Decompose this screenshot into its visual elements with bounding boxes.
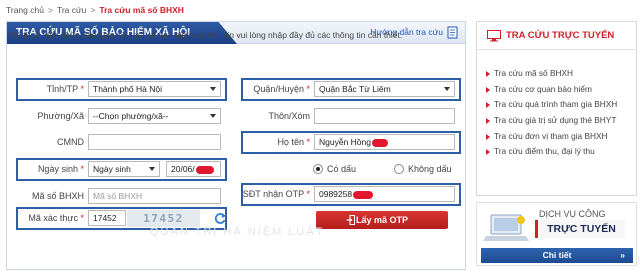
banner-details-label: Chi tiết xyxy=(542,250,572,260)
breadcrumb-separator: > xyxy=(90,5,96,15)
full-name-input[interactable]: Nguyễn Hồng xyxy=(314,134,455,150)
accent-with-label: Có dấu xyxy=(327,164,357,174)
banner-subtitle: DỊCH VỤ CÔNG xyxy=(539,209,606,219)
redaction-mark xyxy=(353,190,374,199)
hamlet-input[interactable] xyxy=(314,108,455,124)
get-otp-label: Lấy mã OTP xyxy=(355,215,409,225)
banner-title: TRỰC TUYẾN xyxy=(535,220,625,238)
captcha-input[interactable]: 17452 xyxy=(88,210,126,226)
breadcrumb-current: Tra cứu mã số BHXH xyxy=(99,5,184,15)
sidebar-item-collection-points[interactable]: Tra cứu điểm thu, đại lý thu xyxy=(485,146,635,162)
district-select[interactable]: Quận Bắc Từ Liêm xyxy=(314,81,455,97)
sidebar-list: Tra cứu mã số BHXH Tra cứu cơ quan bảo h… xyxy=(485,68,635,162)
ward-select[interactable]: --Chọn phường/xã-- xyxy=(88,108,221,124)
sidebar-item-insurance-agency[interactable]: Tra cứu cơ quan bảo hiểm xyxy=(485,84,635,100)
insurance-code-input[interactable]: Mã số BHXH xyxy=(88,188,221,204)
sidebar-header: TRA CỨU TRỰC TUYẾN xyxy=(477,22,636,50)
id-number-label: CMND xyxy=(57,137,84,147)
dob-label: Ngày sinh * xyxy=(37,164,84,174)
sidebar-title: TRA CỨU TRỰC TUYẾN xyxy=(506,30,615,41)
accent-without-radio[interactable] xyxy=(394,164,404,174)
breadcrumb: Trang chủ > Tra cứu > Tra cứu mã số BHXH xyxy=(6,5,184,17)
sidebar-item-participation-history[interactable]: Tra cứu quá trình tham gia BHXH xyxy=(485,99,635,115)
monitor-icon xyxy=(487,30,501,42)
document-icon[interactable] xyxy=(447,26,459,39)
full-name-label: Họ tên * xyxy=(277,137,310,147)
insurance-code-label: Mã số BHXH xyxy=(31,191,84,201)
otp-phone-input[interactable]: 0989258 xyxy=(314,186,455,202)
breadcrumb-home[interactable]: Trang chủ xyxy=(6,5,44,15)
dob-date-input[interactable]: 20/06/ xyxy=(166,161,221,177)
otp-phone-label: SĐT nhận OTP * xyxy=(242,189,310,199)
accent-with-radio[interactable] xyxy=(313,164,323,174)
province-label: Tỉnh/TP * xyxy=(46,84,84,94)
watermark: QUẢN TRỊ HÀ NIỆM LUẬT xyxy=(150,226,325,238)
hamlet-label: Thôn/Xóm xyxy=(268,111,310,121)
accent-without-label: Không dấu xyxy=(408,164,452,174)
district-label: Quận/Huyện * xyxy=(253,84,310,94)
sidebar-item-participating-unit[interactable]: Tra cứu đơn vị tham gia BHXH xyxy=(485,131,635,147)
captcha-image: 17452 xyxy=(127,210,200,227)
intro-text: Để thực hiện chức năng tra cứu mã số bảo… xyxy=(10,30,403,40)
login-icon xyxy=(346,215,355,225)
get-otp-button[interactable]: Lấy mã OTP xyxy=(316,211,448,229)
dob-type-select[interactable]: Ngày sinh xyxy=(88,161,160,177)
ward-label: Phường/Xã xyxy=(37,111,84,121)
online-services-banner[interactable]: DỊCH VỤ CÔNG TRỰC TUYẾN Chi tiết » xyxy=(476,202,637,266)
double-chevron-icon: » xyxy=(620,250,625,260)
province-select[interactable]: Thành phố Hà Nội xyxy=(88,81,221,97)
banner-details-button[interactable]: Chi tiết » xyxy=(481,248,633,263)
laptop-icon xyxy=(483,214,529,241)
id-number-input[interactable] xyxy=(88,134,221,150)
breadcrumb-section[interactable]: Tra cứu xyxy=(57,5,86,15)
sidebar-item-insurance-code[interactable]: Tra cứu mã số BHXH xyxy=(485,68,635,84)
refresh-icon[interactable] xyxy=(213,211,227,225)
sidebar-item-health-card-validity[interactable]: Tra cứu giá trị sử dụng thẻ BHYT xyxy=(485,115,635,131)
redaction-mark xyxy=(371,138,388,147)
breadcrumb-separator: > xyxy=(47,5,53,15)
captcha-label: Mã xác thực * xyxy=(28,213,84,223)
redaction-mark xyxy=(195,165,214,174)
